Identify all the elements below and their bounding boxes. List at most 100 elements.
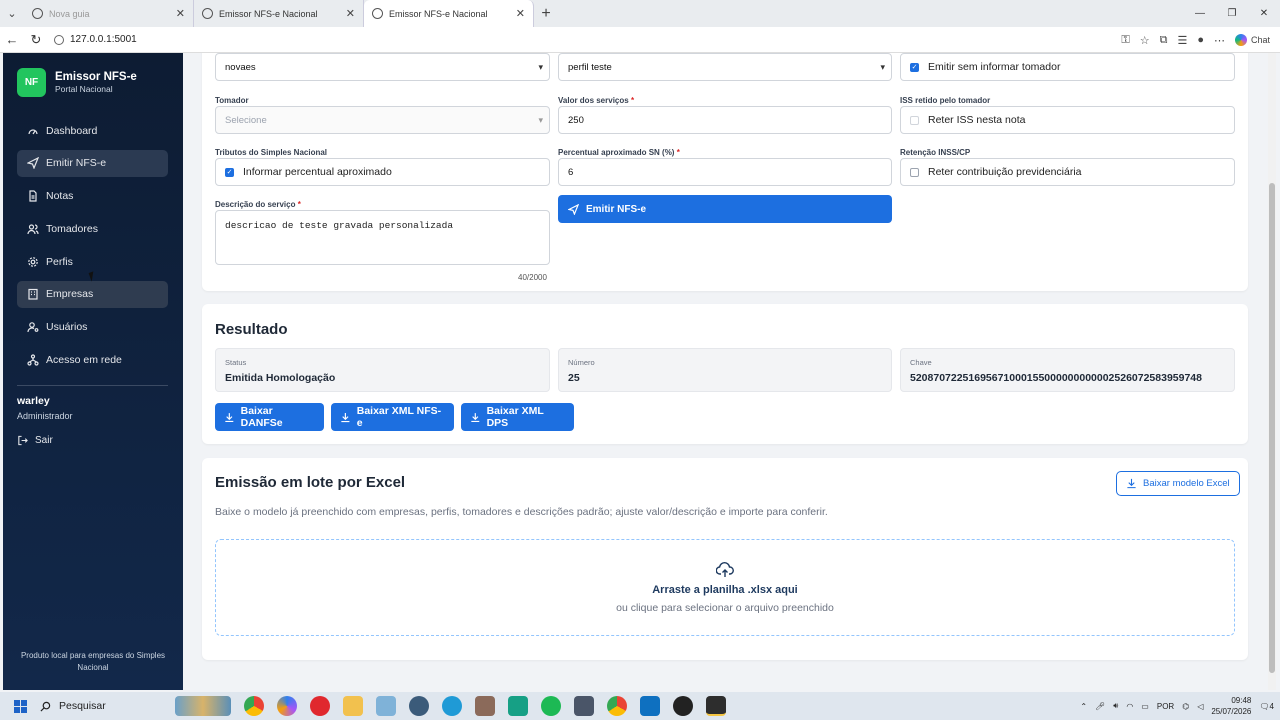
profile-avatar-icon[interactable]: ● [1197,34,1204,46]
retencao-label: Retenção INSS/CP [900,148,971,157]
file-explorer-icon[interactable] [343,696,363,716]
windows-taskbar: Pesquisar ⌃ 🎤︎ 🔊︎ ◠ ▭ POR ⌬ ◁ 09:48 25/0… [0,692,1280,720]
sidebar-item-tomadores[interactable]: Tomadores [17,215,168,242]
sidebar-menu: Dashboard Emitir NFS-e Notas Tomadores P… [17,117,168,379]
descricao-textarea[interactable]: descricao de teste gravada personalizada [215,210,550,265]
page-scrollbar[interactable] [1268,53,1276,690]
spotify-icon[interactable] [541,696,561,716]
users-icon [27,224,39,234]
brand-title: Emissor NFS-e [55,71,137,83]
more-menu-icon[interactable]: ⋯ [1214,34,1225,47]
close-tab-icon[interactable]: ✕ [516,7,525,20]
new-tab-icon[interactable]: + [534,0,558,27]
vscode-icon[interactable] [640,696,660,716]
gauge-icon [28,128,38,134]
chave-label: Chave [910,358,932,367]
site-info-icon[interactable] [54,34,64,45]
tab-title: Emissor NFS-e Nacional [219,8,318,19]
copilot-app-icon[interactable] [277,696,297,716]
baixar-danfse-button[interactable]: Baixar DANFSe [215,403,324,431]
app-icon[interactable] [475,696,495,716]
chrome-icon[interactable] [244,696,264,716]
sidebar-item-empresas[interactable]: Empresas [17,280,168,308]
logout-button[interactable]: Sair [17,435,53,446]
sidebar-item-notas[interactable]: Notas [17,183,168,210]
valor-input[interactable]: 250 [558,106,892,134]
address-bar[interactable]: 127.0.0.1:5001 [54,34,137,45]
key-icon[interactable]: ⚿ [1121,34,1129,47]
speaker-icon[interactable]: ◁ [1197,702,1203,711]
extensions-icon[interactable]: ⧉ [1160,34,1168,47]
close-tab-icon[interactable]: ✕ [176,7,185,20]
baixar-xml-nfse-button[interactable]: Baixar XML NFS-e [331,403,454,431]
building-icon [28,289,38,301]
app-icon[interactable] [706,696,726,716]
network-icon [27,354,39,366]
sidebar-item-emitir[interactable]: Emitir NFS-e [17,149,168,177]
browser-tab-3[interactable]: Emissor NFS-e Nacional ✕ [364,0,534,27]
chevron-up-icon[interactable]: ⌃ [1080,702,1087,711]
system-tray: ⌃ 🎤︎ 🔊︎ ◠ ▭ POR ⌬ ◁ 09:48 25/07/2026 🗨︎4 [1080,692,1274,720]
app-icon[interactable] [409,696,429,716]
opera-icon[interactable] [310,696,330,716]
notification-icon[interactable]: 🗨︎4 [1259,702,1274,711]
reter-inss-checkbox[interactable]: Reter contribuição previdenciária [900,158,1235,186]
numero-box: Número 25 [558,348,892,392]
tomador-select[interactable]: Selecione ▾ [215,106,550,134]
wifi-icon[interactable]: ◠ [1126,702,1133,711]
informar-percentual-checkbox[interactable]: ✓ Informar percentual aproximado [215,158,550,186]
file-dropzone[interactable]: Arraste a planilha .xlsx aqui ou clique … [215,539,1235,636]
sidebar-item-acesso-rede[interactable]: Acesso em rede [17,347,168,374]
app-icon[interactable] [574,696,594,716]
perfil-select[interactable]: perfil teste ▾ [558,53,892,81]
scrollbar-thumb[interactable] [1269,183,1275,673]
microphone-icon[interactable]: 🎤︎ [1095,702,1105,711]
baixar-xml-dps-button[interactable]: Baixar XML DPS [461,403,574,431]
sidebar-item-dashboard[interactable]: Dashboard [17,117,168,144]
edge-icon[interactable] [442,696,462,716]
minimize-icon[interactable]: — [1184,0,1216,27]
sidebar-item-label: Usuários [46,321,88,334]
checkbox-label: Reter ISS nesta nota [928,114,1026,126]
network-icon[interactable]: ⌬ [1182,702,1189,711]
sidebar-item-label: Empresas [46,288,94,301]
empresa-select[interactable]: novaes ▾ [215,53,550,81]
sidebar-item-label: Notas [46,190,74,203]
weather-widget-icon[interactable] [175,696,231,716]
reter-iss-checkbox[interactable]: Reter ISS nesta nota [900,106,1235,134]
clock[interactable]: 09:48 25/07/2026 [1211,695,1251,717]
browser-tab-1[interactable]: Nova guia ✕ [24,0,194,27]
maximize-icon[interactable]: ❐ [1216,0,1248,27]
back-icon[interactable]: ← [0,32,24,47]
taskbar-search[interactable]: Pesquisar [40,700,175,712]
favorites-icon[interactable]: ☰ [1177,34,1187,47]
button-label: Baixar XML DPS [486,405,544,429]
battery-icon[interactable]: ▭ [1141,702,1149,711]
logout-icon [18,435,28,446]
language-indicator[interactable]: POR [1157,702,1174,711]
emission-form-card: novaes ▾ perfil teste ▾ ✓ Emitir sem inf… [202,53,1248,291]
sidebar-item-usuarios[interactable]: Usuários [17,314,168,341]
address-bar-row: ← ↻ 127.0.0.1:5001 ⚿ ☆ ⧉ ☰ ● ⋯ Chat [0,27,1280,53]
close-tab-icon[interactable]: ✕ [346,7,355,20]
github-icon[interactable] [673,696,693,716]
browser-tab-2[interactable]: Emissor NFS-e Nacional ✕ [194,0,364,27]
chrome-icon[interactable] [607,696,627,716]
empresa-value: novaes [225,61,256,73]
tab-list-chevron-icon[interactable]: ⌄ [0,0,24,27]
favorite-star-icon[interactable]: ☆ [1140,34,1150,47]
percentual-input[interactable]: 6 [558,158,892,186]
notepad-icon[interactable] [376,696,396,716]
copilot-chat-button[interactable]: Chat [1234,34,1270,46]
descricao-counter: 40/2000 [518,273,547,282]
baixar-modelo-excel-button[interactable]: Baixar modelo Excel [1116,471,1240,496]
emitir-nfse-button[interactable]: Emitir NFS-e [558,195,892,223]
start-button[interactable] [0,692,40,720]
volume-icon[interactable]: 🔊︎ [1113,701,1118,711]
app-icon[interactable] [508,696,528,716]
close-window-icon[interactable]: ✕ [1248,0,1280,27]
emitir-sem-tomador-checkbox[interactable]: ✓ Emitir sem informar tomador [900,53,1235,81]
reload-icon[interactable]: ↻ [24,32,48,48]
browser-tab-strip: ⌄ Nova guia ✕ Emissor NFS-e Nacional ✕ E… [0,0,1280,27]
send-icon [568,203,579,215]
